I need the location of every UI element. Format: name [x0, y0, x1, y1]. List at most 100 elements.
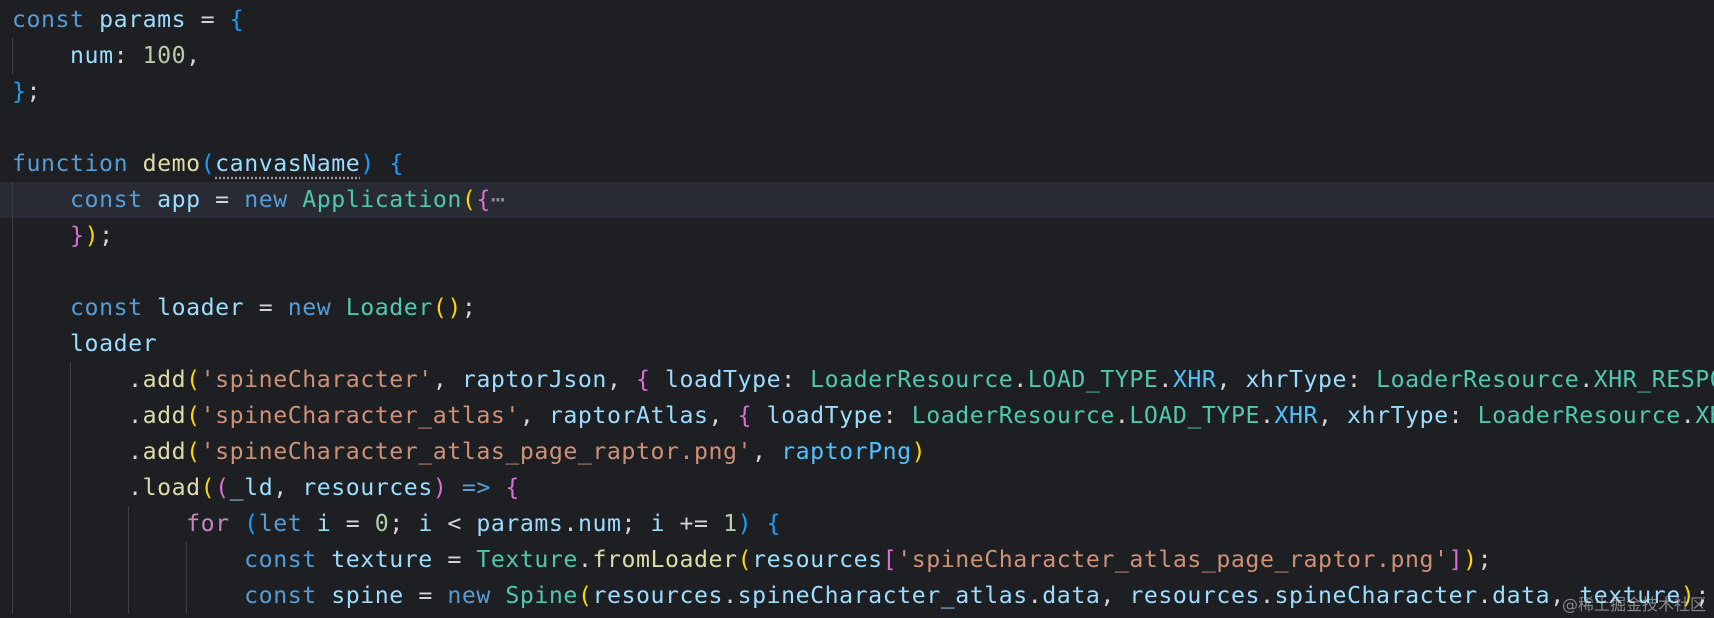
code-token: { — [476, 186, 491, 213]
code-token: = — [331, 510, 375, 537]
code-line-text: const loader = new Loader(); — [12, 290, 476, 326]
code-token: const — [244, 546, 317, 573]
code-token: . — [723, 582, 738, 609]
code-line[interactable]: function demo(canvasName) { — [0, 146, 1714, 182]
code-token: : — [113, 42, 143, 69]
code-token: = — [403, 582, 448, 609]
code-line[interactable]: .load((_ld, resources) => { — [0, 470, 1714, 506]
code-line[interactable]: const params = { — [0, 2, 1714, 38]
code-line[interactable] — [0, 110, 1714, 146]
code-token: Loader — [345, 294, 433, 321]
code-token: let — [258, 510, 303, 537]
indent-guide — [70, 362, 71, 614]
code-token: ; — [461, 294, 477, 321]
code-line[interactable] — [0, 254, 1714, 290]
code-line-text: }); — [12, 218, 114, 254]
code-token: new — [447, 582, 491, 609]
code-line[interactable]: const app = new Application({⋯ — [0, 182, 1714, 218]
code-token: resources — [302, 474, 433, 501]
code-token: LOAD_TYPE — [1027, 366, 1159, 393]
code-token: const — [70, 186, 143, 213]
code-token: texture — [331, 546, 433, 573]
code-line[interactable]: }); — [0, 218, 1714, 254]
code-token: loader — [157, 294, 245, 321]
code-token: const — [70, 294, 143, 321]
code-token: . — [12, 402, 143, 429]
code-token: 1 — [723, 510, 738, 537]
code-token: loadType — [665, 366, 782, 393]
code-token: . — [1158, 366, 1173, 393]
code-token: LoaderResource — [1376, 366, 1580, 393]
code-token: Texture — [476, 546, 578, 573]
code-token: ) — [737, 510, 753, 537]
code-token: , — [708, 402, 738, 429]
code-token: ) — [911, 438, 927, 465]
code-line[interactable]: for (let i = 0; i < params.num; i += 1) … — [0, 506, 1714, 542]
code-token: loadType — [766, 402, 883, 429]
code-line[interactable]: const texture = Texture.fromLoader(resou… — [0, 542, 1714, 578]
code-line[interactable]: num: 100, — [0, 38, 1714, 74]
code-token: XHR_RESPONSE_TYPE — [1593, 366, 1714, 393]
code-line[interactable]: const loader = new Loader(); — [0, 290, 1714, 326]
code-editor[interactable]: const params = { num: 100,}; function dem… — [0, 0, 1714, 618]
code-line[interactable]: }; — [0, 74, 1714, 110]
code-token: num — [577, 510, 622, 537]
code-token: ( — [215, 474, 230, 501]
code-token: canvasName — [215, 150, 361, 177]
code-token: XHR_RESPONSE_TYPE — [1695, 402, 1714, 429]
code-token: ( — [186, 366, 201, 393]
code-token: { — [737, 402, 753, 429]
code-token: = — [244, 294, 288, 321]
code-token: . — [1259, 582, 1275, 609]
code-line[interactable]: .add('spineCharacter', raptorJson, { loa… — [0, 362, 1714, 398]
code-token: : — [781, 366, 811, 393]
code-token: , — [1100, 582, 1130, 609]
code-token: : — [1347, 366, 1377, 393]
code-token: . — [12, 474, 143, 501]
code-token: . — [1114, 402, 1130, 429]
code-line-text: const app = new Application({⋯ — [12, 182, 505, 218]
code-token: LoaderResource — [1477, 402, 1681, 429]
code-token: 100 — [142, 42, 187, 69]
code-token: ( — [200, 474, 216, 501]
code-token: params — [99, 6, 187, 33]
code-line-text: .add('spineCharacter_atlas_page_raptor.p… — [12, 434, 926, 470]
code-token: add — [142, 402, 187, 429]
code-token: { — [635, 366, 651, 393]
code-token: 'spineCharacter_atlas_page_raptor.png' — [200, 438, 753, 465]
code-token: spine — [331, 582, 404, 609]
code-token: xhrType — [1245, 366, 1348, 393]
code-token: loader — [70, 330, 158, 357]
code-token: const — [244, 582, 317, 609]
code-token: 0 — [374, 510, 390, 537]
code-token: . — [12, 438, 143, 465]
code-token: Spine — [505, 582, 578, 609]
code-token: demo — [142, 150, 201, 177]
code-line[interactable]: const spine = new Spine(resources.spineC… — [0, 578, 1714, 614]
code-token: 'spineCharacter' — [200, 366, 433, 393]
code-token: . — [577, 546, 593, 573]
code-token: [ — [882, 546, 898, 573]
code-token: . — [1027, 582, 1043, 609]
code-token: } — [12, 78, 27, 105]
code-token: , — [273, 474, 303, 501]
code-token: ( — [461, 186, 477, 213]
code-token: const — [12, 6, 85, 33]
code-token: i — [316, 510, 332, 537]
code-token: ) — [432, 474, 448, 501]
code-line[interactable]: loader — [0, 326, 1714, 362]
code-line[interactable]: .add('spineCharacter_atlas', raptorAtlas… — [0, 398, 1714, 434]
code-line[interactable]: .add('spineCharacter_atlas_page_raptor.p… — [0, 434, 1714, 470]
